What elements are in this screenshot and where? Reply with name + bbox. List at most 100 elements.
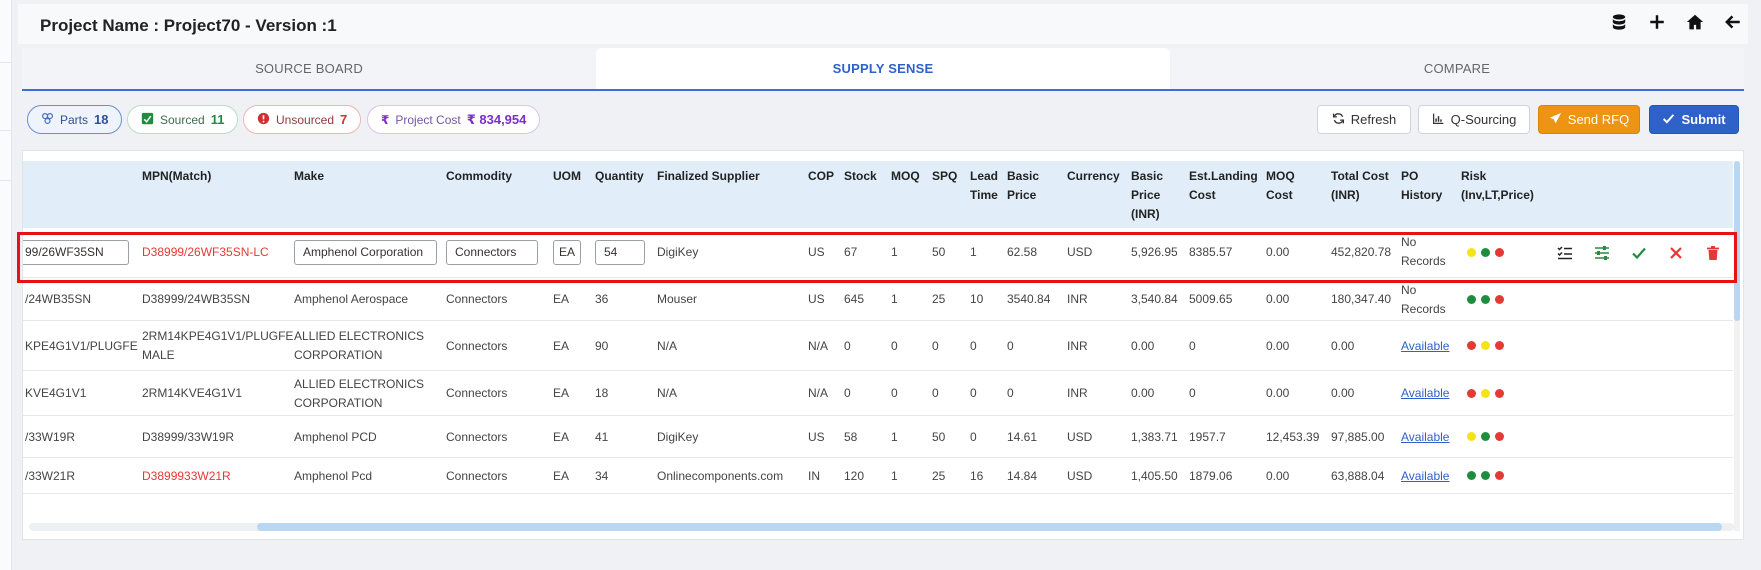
mpn-match: D38999/26WF35SN-LC: [142, 245, 269, 259]
refresh-label: Refresh: [1350, 112, 1397, 127]
risk-indicators: [1467, 471, 1504, 480]
make-input[interactable]: Amphenol Corporation: [294, 240, 437, 265]
alert-icon: [257, 112, 270, 128]
cell-supplier: N/A: [657, 338, 678, 353]
cell-match-line: D3899933W21R: [142, 468, 231, 483]
risk-dot-inventory: [1467, 294, 1476, 304]
cell-total-cost: 97,885.00: [1331, 429, 1385, 444]
cell-supplier: Mouser: [657, 292, 698, 306]
risk-dot-leadtime: [1481, 341, 1490, 350]
cell-make: Amphenol PCD: [294, 428, 377, 447]
confirm-check-icon[interactable]: [1630, 244, 1648, 262]
commodity-input[interactable]: Connectors: [446, 240, 538, 265]
cell-match: D38999/24WB35SN: [142, 290, 250, 309]
table-row: KVE4G1V1 2RM14KVE4G1V1 ALLIED ELECTRONICS C…: [23, 371, 1733, 416]
sourced-chip[interactable]: Sourced 11: [127, 105, 239, 134]
vertical-scroll-thumb[interactable]: [1734, 161, 1740, 321]
cell-match-line: 2RM14KVE4G1V1: [142, 386, 243, 400]
risk-indicators: [1467, 432, 1504, 441]
parts-icon: [41, 112, 54, 128]
cell-moq-cost: 0.00: [1266, 386, 1290, 400]
vertical-scrollbar[interactable]: [1734, 161, 1740, 531]
parts-label: Parts: [60, 112, 89, 127]
th-risk-l2: (Inv,LT,Price): [1461, 188, 1534, 202]
cell-po-history: No Records: [1401, 281, 1446, 319]
table-row: /33W19R D38999/33W19R Amphenol PCD Connecto…: [23, 416, 1733, 458]
cell-po-history[interactable]: Available: [1401, 384, 1449, 403]
mpn-input[interactable]: 99/26WF35SN: [23, 240, 129, 265]
cell-po-history[interactable]: Available: [1401, 428, 1449, 447]
cell-lead: 16: [970, 468, 984, 483]
cell-make-line: ALLIED ELECTRONICS: [294, 329, 425, 343]
spq: 50: [932, 245, 946, 259]
th-total-cost-l2: (INR): [1331, 188, 1360, 202]
check-icon: [1662, 112, 1675, 128]
uom-input[interactable]: EA: [553, 240, 581, 265]
th-po-history: PO History: [1401, 167, 1442, 205]
th-basic-price: Basic Price: [1007, 167, 1039, 205]
th-est-landing-l1: Est.Landing: [1189, 169, 1258, 183]
paper-plane-icon: [1549, 112, 1562, 128]
cell-basic-inr: 1,383.71: [1131, 429, 1178, 444]
cell-basic-price: 14.61: [1007, 429, 1038, 444]
send-rfq-button[interactable]: Send RFQ: [1538, 105, 1640, 134]
cell-lead: 0: [970, 386, 977, 400]
tab-compare[interactable]: COMPARE: [1170, 48, 1744, 89]
unsourced-chip[interactable]: Unsourced 7: [243, 105, 362, 134]
plus-icon[interactable]: [1648, 13, 1666, 31]
th-finalized-supplier: Finalized Supplier: [657, 169, 760, 183]
back-arrow-icon[interactable]: [1724, 13, 1742, 31]
horizontal-scroll-thumb[interactable]: [257, 523, 1722, 531]
cell-uom: EA: [553, 386, 570, 400]
horizontal-scrollbar[interactable]: [29, 523, 1734, 531]
th-risk: Risk (Inv,LT,Price): [1461, 167, 1534, 205]
risk-indicators: [1467, 248, 1504, 257]
tab-supply-sense[interactable]: SUPPLY SENSE: [596, 48, 1170, 89]
cell-spq: 25: [932, 468, 946, 483]
checklist-icon[interactable]: [1556, 244, 1574, 262]
cell-po-history[interactable]: Available: [1401, 467, 1449, 486]
basic-price-inr: 5,926.95: [1131, 245, 1178, 259]
refresh-button[interactable]: Refresh: [1317, 105, 1411, 134]
risk-dot-leadtime: [1481, 248, 1490, 257]
cell-qty: 18: [595, 386, 609, 400]
cell-uom: EA: [553, 292, 570, 306]
sourced-count: 11: [210, 112, 225, 127]
cell-spq: 0: [932, 338, 939, 353]
project-cost-chip[interactable]: ₹ Project Cost ₹ 834,954: [367, 105, 541, 134]
cell-make-line: ALLIED ELECTRONICS: [294, 376, 425, 391]
th-basic-price-inr-l3: (INR): [1131, 207, 1160, 221]
project-cost-value: ₹ 834,954: [466, 111, 527, 127]
database-icon[interactable]: [1610, 13, 1628, 31]
stock: 67: [844, 245, 858, 259]
cell-total-cost: 180,347.40: [1331, 292, 1392, 306]
tab-source-board[interactable]: SOURCE BOARD: [22, 48, 596, 89]
parts-table: MPN(Match) Make Commodity UOM Quantity F…: [22, 150, 1744, 540]
stats-toolbar: Parts 18 Sourced 11 Unsourced 7 ₹ Projec…: [22, 100, 1744, 142]
submit-button[interactable]: Submit: [1649, 105, 1739, 134]
submit-label: Submit: [1681, 112, 1726, 127]
cell-po-history[interactable]: Available: [1401, 337, 1449, 356]
th-spq: SPQ: [932, 169, 958, 183]
cell-match-line: D38999/33W19R: [142, 429, 235, 444]
q-sourcing-button[interactable]: Q-Sourcing: [1418, 105, 1530, 134]
th-lead-time: Lead Time: [970, 167, 998, 205]
cell-stock: 0: [844, 386, 851, 400]
home-icon[interactable]: [1686, 13, 1704, 31]
cell-total-cost: 0.00: [1331, 386, 1355, 400]
trash-icon[interactable]: [1704, 244, 1722, 262]
cell-commodity: Connectors: [446, 468, 508, 483]
th-total-cost-l1: Total Cost: [1331, 169, 1389, 183]
cell-uom: EA: [553, 429, 570, 444]
cancel-x-icon[interactable]: [1667, 244, 1685, 262]
po-history: No Records: [1401, 233, 1446, 271]
th-basic-price-inr-l2: Price: [1131, 188, 1161, 202]
quantity-input[interactable]: 54: [595, 240, 645, 265]
cell-basic-price: 14.84: [1007, 468, 1038, 483]
cell-uom: EA: [553, 468, 570, 483]
row-actions: [1556, 244, 1722, 262]
cell-stock: 120: [844, 468, 865, 483]
sliders-icon[interactable]: [1593, 244, 1611, 262]
parts-chip[interactable]: Parts 18: [27, 105, 123, 134]
cell-supplier: Onlinecomponents.com: [657, 468, 784, 483]
